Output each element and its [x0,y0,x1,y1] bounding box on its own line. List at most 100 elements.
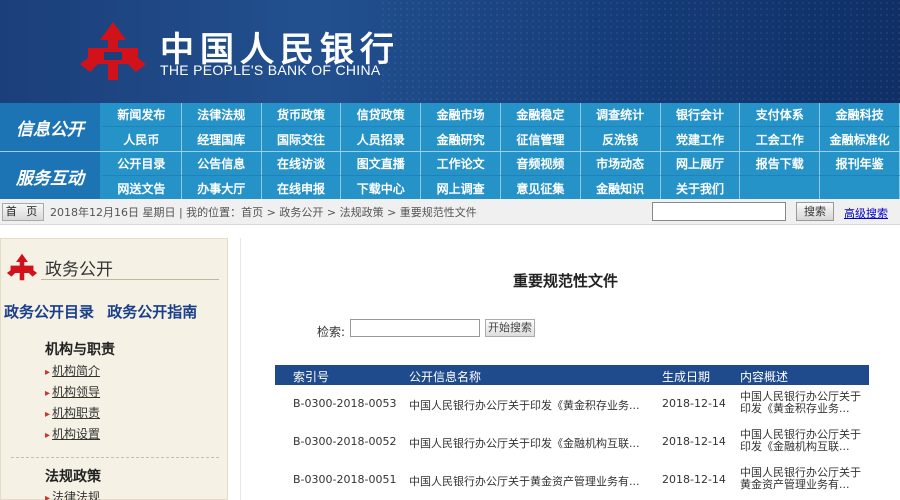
nav-item[interactable]: 公告信息 [181,152,262,176]
banner-pattern [380,0,900,103]
site-search-input[interactable] [652,202,786,221]
nav-item [820,176,900,200]
sidebar-item[interactable]: 法律法规 [45,488,100,500]
cell-name[interactable]: 中国人民银行办公厅关于印发《金融机构互联... [409,435,657,451]
pboc-logo-icon [6,253,38,281]
table-row[interactable]: B-0300-2018-0051 中国人民银行办公厅关于黄金资产管理业务有...… [275,461,869,499]
home-button[interactable]: 首 页 [2,203,44,221]
nav-item[interactable]: 金融标准化 [820,127,900,151]
nav-item[interactable]: 网上展厅 [660,152,741,176]
cell-summary: 中国人民银行办公厅关于 印发《黄金积存业务... [740,391,870,415]
nav-item[interactable]: 调查统计 [580,103,661,127]
left-sidebar: 政务公开 政务公开目录 政务公开指南 机构与职责 机构简介 机构领导 机构职责 … [0,238,228,500]
cell-summary: 中国人民银行办公厅关于 印发《金融机构互联... [740,429,870,453]
nav-item[interactable]: 金融知识 [581,176,661,200]
cell-index: B-0300-2018-0051 [293,473,397,486]
sidebar-title: 政务公开 [45,260,113,280]
nav-item[interactable]: 党建工作 [661,127,741,151]
sidebar-item[interactable]: 机构领导 [45,383,100,400]
nav-item[interactable]: 公开目录 [102,152,182,176]
nav-group-title: 服务互动 [0,152,100,200]
nav-item[interactable]: 办事大厅 [182,176,262,200]
column-header: 生成日期 [662,370,711,384]
advanced-search-link[interactable]: 高级搜索 [844,205,888,221]
nav-item[interactable]: 反洗钱 [581,127,661,151]
nav-item[interactable]: 支付体系 [740,103,821,127]
summary-line: 黄金资产管理业务有... [740,478,850,491]
cell-date: 2018-12-14 [662,473,726,486]
nav-group-info: 信息公开 新闻发布 法律法规 货币政策 信贷政策 金融市场 金融稳定 调查统计 银行会计 支付体… [0,103,900,151]
document-table: 索引号 公开信息名称 生成日期 内容概述 B-0300-2018-0053 中国… [275,365,869,499]
cell-date: 2018-12-14 [662,435,726,448]
nav-item[interactable]: 网上调查 [421,176,501,200]
pboc-logo-icon[interactable] [78,20,148,82]
nav-item[interactable]: 信贷政策 [341,103,422,127]
nav-item[interactable]: 新闻发布 [102,103,182,127]
nav-item[interactable]: 意见征集 [501,176,581,200]
main-navigation: 信息公开 新闻发布 法律法规 货币政策 信贷政策 金融市场 金融稳定 调查统计 银行会计 支付体… [0,103,900,200]
search-input[interactable] [350,319,480,337]
nav-item[interactable]: 市场动态 [580,152,661,176]
guide-link[interactable]: 政务公开指南 [107,303,197,321]
column-header: 索引号 [293,370,330,384]
sidebar-section-title: 法规政策 [45,469,101,485]
nav-item[interactable]: 人员招录 [341,127,422,151]
nav-item[interactable]: 图文直播 [341,152,422,176]
nav-item[interactable]: 金融科技 [820,103,900,127]
nav-grid: 新闻发布 法律法规 货币政策 信贷政策 金融市场 金融稳定 调查统计 银行会计 支付体系 金融科技… [102,103,900,151]
nav-item[interactable]: 在线申报 [262,176,342,200]
bank-name-en: THE PEOPLE'S BANK OF CHINA [160,62,381,78]
nav-item [740,176,821,200]
site-banner: 中国人民银行 THE PEOPLE'S BANK OF CHINA [0,0,900,103]
cell-name[interactable]: 中国人民银行办公厅关于黄金资产管理业务有... [409,473,657,489]
breadcrumb-bar: 首 页 2018年12月16日 星期日 | 我的位置：首页 > 政务公开 > 法… [0,199,900,225]
breadcrumb: 2018年12月16日 星期日 | 我的位置：首页 > 政务公开 > 法规政策 … [50,206,477,219]
nav-item[interactable]: 货币政策 [261,103,342,127]
column-header: 内容概述 [740,370,789,384]
table-header: 索引号 公开信息名称 生成日期 内容概述 [275,365,869,385]
search-button[interactable]: 开始搜索 [485,319,535,337]
table-row[interactable]: B-0300-2018-0052 中国人民银行办公厅关于印发《金融机构互联...… [275,423,869,461]
sidebar-item[interactable]: 机构设置 [45,425,100,442]
cell-index: B-0300-2018-0052 [293,435,397,448]
nav-item[interactable]: 经理国库 [182,127,262,151]
nav-item[interactable]: 音频视频 [500,152,581,176]
nav-item[interactable]: 金融市场 [421,103,501,127]
divider [11,457,219,458]
search-label: 检索: [317,325,346,339]
nav-item[interactable]: 人民币 [102,127,182,151]
nav-grid: 公开目录 公告信息 在线访谈 图文直播 工作论文 音频视频 市场动态 网上展厅 报告下载 报刊年鉴… [102,152,900,200]
table-row[interactable]: B-0300-2018-0053 中国人民银行办公厅关于印发《黄金积存业务...… [275,385,869,423]
sidebar-section-title: 机构与职责 [45,342,115,358]
summary-line: 印发《黄金积存业务... [740,402,850,415]
main-content: 重要规范性文件 检索: 开始搜索 索引号 公开信息名称 生成日期 内容概述 B-… [240,238,900,500]
cell-date: 2018-12-14 [662,397,726,410]
column-header: 公开信息名称 [409,370,482,384]
nav-item[interactable]: 网送文告 [102,176,182,200]
summary-line: 印发《金融机构互联... [740,440,850,453]
nav-item[interactable]: 工作论文 [421,152,501,176]
nav-item[interactable]: 国际交往 [262,127,342,151]
page-title: 重要规范性文件 [513,272,619,290]
sidebar-item[interactable]: 机构职责 [45,404,100,421]
nav-group-title: 信息公开 [0,103,100,151]
catalog-link[interactable]: 政务公开目录 [4,303,94,321]
nav-item[interactable]: 征信管理 [501,127,581,151]
divider [41,279,219,280]
sidebar-top-links: 政务公开目录 政务公开指南 [4,301,205,322]
nav-item[interactable]: 金融稳定 [500,103,581,127]
nav-item[interactable]: 金融研究 [421,127,501,151]
cell-summary: 中国人民银行办公厅关于 黄金资产管理业务有... [740,467,870,491]
nav-item[interactable]: 下载中心 [341,176,422,200]
nav-item[interactable]: 银行会计 [660,103,741,127]
nav-item[interactable]: 报刊年鉴 [820,152,900,176]
nav-item[interactable]: 法律法规 [181,103,262,127]
cell-name[interactable]: 中国人民银行办公厅关于印发《黄金积存业务... [409,397,657,413]
cell-index: B-0300-2018-0053 [293,397,397,410]
nav-item[interactable]: 在线访谈 [261,152,342,176]
nav-item[interactable]: 报告下载 [740,152,821,176]
nav-item[interactable]: 工会工作 [740,127,821,151]
site-search-button[interactable]: 搜索 [796,202,834,221]
sidebar-item[interactable]: 机构简介 [45,362,100,379]
nav-item[interactable]: 关于我们 [661,176,741,200]
